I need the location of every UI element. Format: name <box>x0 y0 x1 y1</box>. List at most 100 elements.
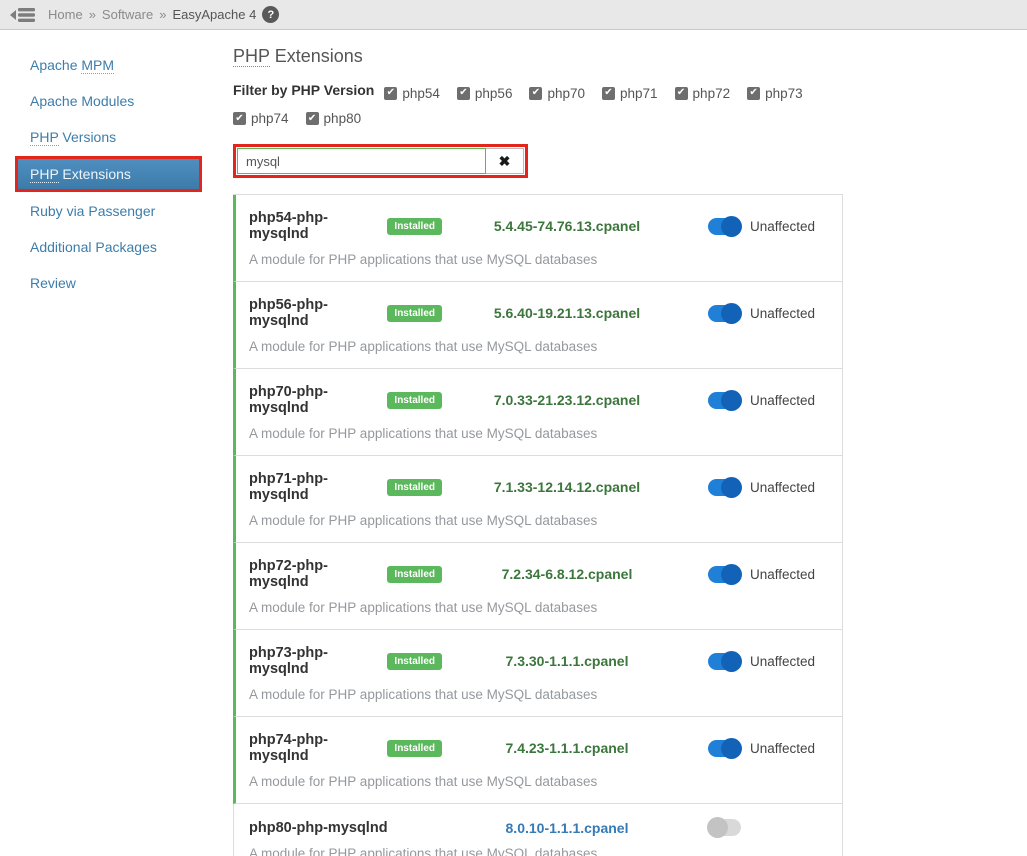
filter-checkbox-php71[interactable]: php71 <box>602 82 658 105</box>
toggle-state-label: Unaffected <box>750 654 815 669</box>
extension-name: php71-php-mysqlnd <box>249 471 379 503</box>
extension-version: 7.2.34-6.8.12.cpanel <box>442 566 692 582</box>
extension-toggle[interactable] <box>708 819 741 836</box>
filter-checkbox-php70[interactable]: php70 <box>529 82 585 105</box>
extension-version: 7.4.23-1.1.1.cpanel <box>442 740 692 756</box>
extension-row-php71: php71-php-mysqlnd Installed 7.1.33-12.14.… <box>233 456 842 543</box>
filter-checkbox-php80[interactable]: php80 <box>306 107 362 130</box>
installed-badge: Installed <box>387 566 442 583</box>
breadcrumb-software[interactable]: Software <box>102 7 153 22</box>
extension-version: 8.0.10-1.1.1.cpanel <box>442 820 692 836</box>
extension-description: A module for PHP applications that use M… <box>249 600 827 615</box>
main-content: PHP Extensions Filter by PHP Version php5… <box>225 30 1027 856</box>
installed-badge: Installed <box>387 653 442 670</box>
filter-checkbox-php74[interactable]: php74 <box>233 107 289 130</box>
search-input[interactable] <box>237 148 486 174</box>
sidebar-item-apache-modules[interactable]: Apache Modules <box>15 84 202 118</box>
extension-description: A module for PHP applications that use M… <box>249 426 827 441</box>
extension-row-php70: php70-php-mysqlndInstalled 7.0.33-21.23.… <box>233 369 842 456</box>
extension-toggle[interactable] <box>708 218 741 235</box>
extension-toggle[interactable] <box>708 740 741 757</box>
extension-version: 5.4.45-74.76.13.cpanel <box>442 218 692 234</box>
search-annotation-box: ✖ <box>233 144 528 178</box>
extension-description: A module for PHP applications that use M… <box>249 687 827 702</box>
collapse-sidebar-icon[interactable] <box>10 6 36 24</box>
toggle-state-label: Unaffected <box>750 741 815 756</box>
extension-row-php73: php73-php-mysqlnd Installed 7.3.30-1.1.1.… <box>233 630 842 717</box>
extension-name: php73-php-mysqlnd <box>249 645 379 677</box>
filter-checkbox-php73[interactable]: php73 <box>747 82 803 105</box>
extension-name: php54-php-mysqlnd <box>249 210 379 242</box>
installed-badge: Installed <box>387 218 442 235</box>
filter-checkbox-php72[interactable]: php72 <box>675 82 731 105</box>
extension-version: 7.0.33-21.23.12.cpanel <box>442 392 692 408</box>
checkbox-checked-icon <box>384 87 397 100</box>
breadcrumb-home[interactable]: Home <box>48 7 83 22</box>
installed-badge: Installed <box>387 740 442 757</box>
checkbox-checked-icon <box>457 87 470 100</box>
extension-row-php74: php74-php-mysqlnd Installed 7.4.23-1.1.1.… <box>233 717 842 804</box>
extension-name: php56-php-mysqlnd <box>249 297 379 329</box>
filter-checkbox-php56[interactable]: php56 <box>457 82 513 105</box>
extension-description: A module for PHP applications that use M… <box>249 774 827 789</box>
extension-row-php72: php72-php-mysqlnd Installed 7.2.34-6.8.12… <box>233 543 842 630</box>
sidebar-item-review[interactable]: Review <box>15 266 202 300</box>
extension-toggle[interactable] <box>708 479 741 496</box>
clear-icon: ✖ <box>499 153 511 170</box>
checkbox-checked-icon <box>306 112 319 125</box>
extension-description: A module for PHP applications that use M… <box>249 846 827 856</box>
installed-badge: Installed <box>387 479 442 496</box>
checkbox-checked-icon <box>747 87 760 100</box>
checkbox-checked-icon <box>529 87 542 100</box>
extension-row-php56: php56-php-mysqlnd Installed 5.6.40-19.21.… <box>233 282 842 369</box>
toggle-state-label: Unaffected <box>750 306 815 321</box>
extension-name: php74-php-mysqlnd <box>249 732 379 764</box>
extension-version: 7.1.33-12.14.12.cpanel <box>442 479 692 495</box>
toggle-knob <box>721 651 742 672</box>
toggle-knob <box>721 216 742 237</box>
sidebar: Apache MPM Apache Modules PHP Versions P… <box>0 30 225 856</box>
checkbox-checked-icon <box>675 87 688 100</box>
toggle-knob <box>707 817 728 838</box>
extension-toggle[interactable] <box>708 392 741 409</box>
checkbox-checked-icon <box>602 87 615 100</box>
page-title: PHP Extensions <box>233 46 1027 67</box>
extension-name: php80-php-mysqlnd <box>249 820 388 836</box>
help-icon[interactable]: ? <box>262 6 279 23</box>
sidebar-item-ruby-via-passenger[interactable]: Ruby via Passenger <box>15 194 202 228</box>
toggle-knob <box>721 390 742 411</box>
sidebar-item-php-extensions[interactable]: PHP Extensions <box>15 156 202 192</box>
sidebar-item-php-versions[interactable]: PHP Versions <box>15 120 202 154</box>
extension-toggle[interactable] <box>708 566 741 583</box>
extension-toggle[interactable] <box>708 653 741 670</box>
sidebar-item-additional-packages[interactable]: Additional Packages <box>15 230 202 264</box>
extension-name: php70-php-mysqlnd <box>249 384 379 416</box>
clear-search-button[interactable]: ✖ <box>486 148 524 174</box>
filter-checkbox-php54[interactable]: php54 <box>384 82 440 105</box>
breadcrumb-separator: » <box>89 7 96 22</box>
toggle-knob <box>721 738 742 759</box>
toggle-knob <box>721 564 742 585</box>
checkbox-checked-icon <box>233 112 246 125</box>
toggle-state-label: Unaffected <box>750 480 815 495</box>
breadcrumb-separator: » <box>159 7 166 22</box>
installed-badge: Installed <box>387 305 442 322</box>
toggle-state-label: Unaffected <box>750 219 815 234</box>
extension-description: A module for PHP applications that use M… <box>249 252 827 267</box>
extension-version: 7.3.30-1.1.1.cpanel <box>442 653 692 669</box>
breadcrumb: Home » Software » EasyApache 4 ? <box>48 6 279 23</box>
extension-name: php72-php-mysqlnd <box>249 558 379 590</box>
extension-toggle[interactable] <box>708 305 741 322</box>
php-version-filter: Filter by PHP Version php54 php56 php70 php7… <box>233 79 851 130</box>
breadcrumb-easyapache4: EasyApache 4 <box>172 7 256 22</box>
extension-description: A module for PHP applications that use M… <box>249 339 827 354</box>
extension-row-php54: php54-php-mysqlnd Installed 5.4.45-74.76.… <box>233 195 842 282</box>
filter-label: Filter by PHP Version <box>233 82 374 98</box>
extension-list: php54-php-mysqlnd Installed 5.4.45-74.76.… <box>233 194 843 856</box>
sidebar-item-apache-mpm[interactable]: Apache MPM <box>15 48 202 82</box>
extension-description: A module for PHP applications that use M… <box>249 513 827 528</box>
extension-version: 5.6.40-19.21.13.cpanel <box>442 305 692 321</box>
toggle-knob <box>721 477 742 498</box>
toggle-knob <box>721 303 742 324</box>
toggle-state-label: Unaffected <box>750 393 815 408</box>
